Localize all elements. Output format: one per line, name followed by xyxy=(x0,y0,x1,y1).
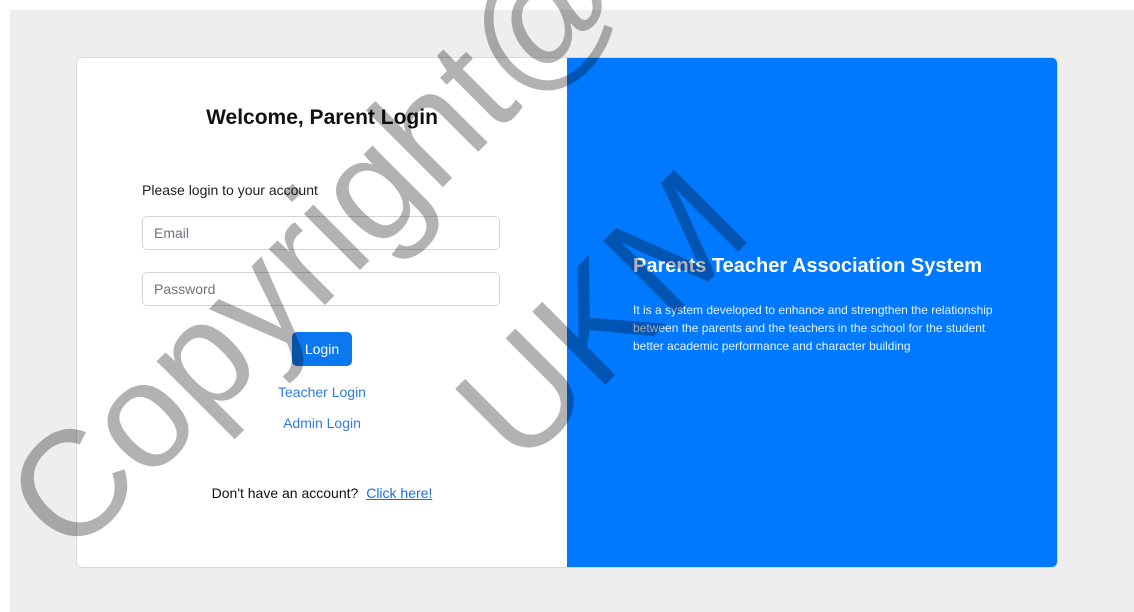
password-field[interactable] xyxy=(142,272,500,306)
info-panel: Parents Teacher Association System It is… xyxy=(567,58,1057,567)
email-field[interactable] xyxy=(142,216,500,250)
login-panel: Welcome, Parent Login Please login to yo… xyxy=(77,58,567,567)
info-description: It is a system developed to enhance and … xyxy=(633,303,993,353)
signup-text: Don't have an account? xyxy=(211,485,359,501)
login-button[interactable]: Login xyxy=(292,332,352,366)
signup-link[interactable]: Click here! xyxy=(366,485,432,501)
info-title: Parents Teacher Association System xyxy=(633,255,983,277)
admin-login-link[interactable]: Admin Login xyxy=(77,415,567,431)
teacher-login-link[interactable]: Teacher Login xyxy=(77,384,567,400)
page-title: Welcome, Parent Login xyxy=(206,106,438,129)
login-card: Welcome, Parent Login Please login to yo… xyxy=(76,57,1058,568)
signup-row: Don't have an account? Click here! xyxy=(77,485,567,501)
login-prompt: Please login to your account xyxy=(142,182,318,198)
